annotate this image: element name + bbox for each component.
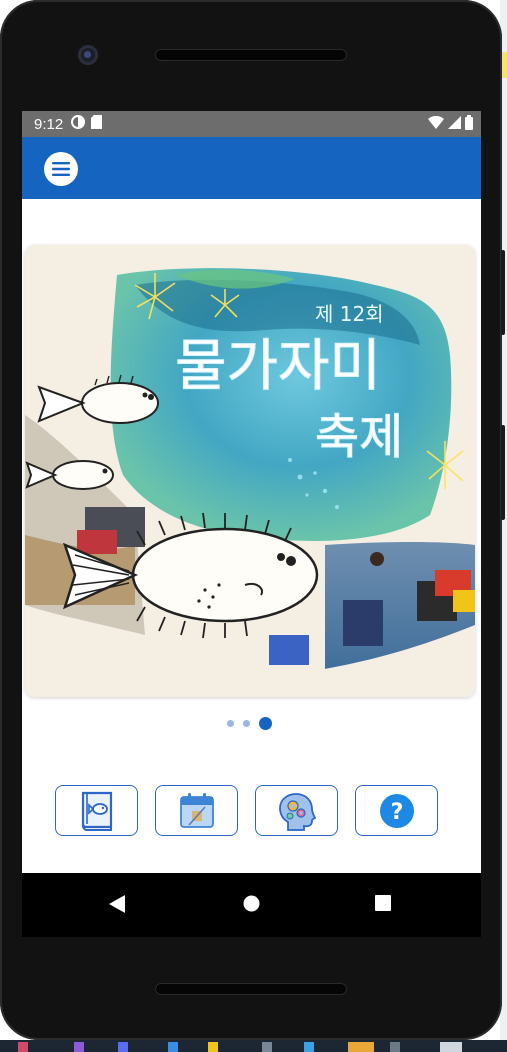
help-glyph: ? — [390, 800, 403, 825]
carousel-indicator — [227, 717, 272, 730]
quiz-button[interactable] — [255, 785, 338, 836]
banner-title-line2: 축제 — [315, 409, 403, 465]
help-icon: ? — [379, 793, 414, 828]
home-circle-icon — [243, 895, 260, 912]
device-screen: 9:12 제 12회 물가자미 축제 ? — [22, 111, 481, 937]
system-nav-bar — [22, 873, 481, 937]
menu-button[interactable] — [44, 152, 78, 186]
calendar-icon — [179, 792, 214, 828]
festival-banner[interactable]: 제 12회 물가자미 축제 — [25, 245, 475, 697]
main-content: 제 12회 물가자미 축제 ? — [22, 199, 481, 873]
banner-edition-text: 제 12회 — [315, 302, 384, 326]
nav-recents-button[interactable] — [375, 895, 391, 916]
battery-icon — [465, 115, 473, 134]
signal-icon — [448, 116, 461, 133]
fish-guide-button[interactable] — [55, 785, 138, 836]
banner-title-line1: 물가자미 — [175, 334, 381, 399]
top-speaker — [155, 49, 347, 61]
front-camera — [78, 45, 98, 65]
status-bar: 9:12 — [22, 111, 481, 137]
help-button[interactable]: ? — [355, 785, 438, 836]
desktop-taskbar-strip — [0, 1040, 507, 1052]
app-bar — [22, 137, 481, 199]
back-triangle-icon — [109, 895, 125, 913]
hamburger-menu-icon — [52, 162, 70, 176]
bottom-speaker — [155, 983, 347, 995]
phone-frame: 9:12 제 12회 물가자미 축제 ? — [0, 0, 505, 1040]
sd-card-icon — [91, 115, 103, 133]
recents-square-icon — [375, 895, 391, 911]
nav-home-button[interactable] — [243, 895, 260, 917]
status-time: 9:12 — [34, 115, 64, 133]
schedule-button[interactable] — [155, 785, 238, 836]
quick-menu: ? — [55, 785, 438, 836]
carousel-dot[interactable] — [243, 720, 250, 727]
carousel-dot[interactable] — [227, 720, 234, 727]
head-gears-icon — [278, 792, 316, 831]
data-saver-icon — [71, 115, 86, 133]
nav-back-button[interactable] — [109, 895, 125, 918]
fish-book-icon — [81, 791, 112, 831]
wifi-icon — [428, 115, 444, 133]
carousel-dot-active[interactable] — [259, 717, 272, 730]
